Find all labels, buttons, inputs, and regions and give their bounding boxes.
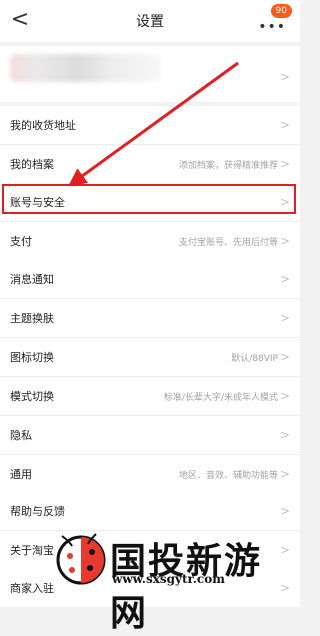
settings-section-address: 我的收货地址 > 我的档案 添加档案，获得精准推荐 > <box>0 106 300 183</box>
row-label: 隐私 <box>10 429 32 442</box>
chevron-right-icon: > <box>279 118 290 132</box>
row-hint: 默认/88VIP <box>231 353 278 364</box>
row-label: 商家入驻 <box>10 582 54 595</box>
row-label: 帮助与反馈 <box>10 505 65 518</box>
row-hint: 支付宝账号、先用后付等 <box>178 237 278 248</box>
top-bar: < 设置 ••• 90 <box>0 0 300 42</box>
row-label: 主题换肤 <box>10 312 54 325</box>
row-label: 图标切换 <box>10 351 54 364</box>
row-label: 消息通知 <box>10 273 54 286</box>
settings-row-general[interactable]: 通用 地区、音效、辅助功能等 > <box>0 455 300 493</box>
watermark-url: www.sxsgytr.com <box>112 572 225 586</box>
page-title: 设置 <box>136 14 164 30</box>
chevron-right-icon: > <box>279 350 290 364</box>
row-label: 通用 <box>10 468 32 481</box>
chevron-right-icon: > <box>279 272 290 286</box>
settings-row-profile-archive[interactable]: 我的档案 添加档案，获得精准推荐 > <box>0 145 300 183</box>
chevron-right-icon: > <box>279 428 290 442</box>
chevron-right-icon: > <box>279 70 290 84</box>
row-label: 关于淘宝 <box>10 544 54 557</box>
chevron-right-icon: > <box>279 157 290 171</box>
row-label: 支付 <box>10 235 32 248</box>
row-hint: 添加档案，获得精准推荐 <box>178 160 278 171</box>
row-label: 模式切换 <box>10 390 54 403</box>
row-label: 我的收货地址 <box>10 119 76 132</box>
settings-row-payment[interactable]: 支付 支付宝账号、先用后付等 > <box>0 222 300 260</box>
settings-row-icon-switch[interactable]: 图标切换 默认/88VIP > <box>0 338 300 377</box>
settings-row-notifications[interactable]: 消息通知 > <box>0 260 300 299</box>
settings-row-theme[interactable]: 主题换肤 > <box>0 299 300 338</box>
chevron-right-icon: > <box>279 467 290 481</box>
annotation-highlight-box <box>2 184 296 214</box>
blurred-username <box>10 54 160 82</box>
chevron-right-icon: > <box>279 234 290 248</box>
row-hint: 地区、音效、辅助功能等 <box>178 470 278 481</box>
chevron-right-icon: > <box>279 504 290 518</box>
profile-card[interactable]: > <box>0 46 300 102</box>
notification-badge: 90 <box>270 4 292 18</box>
back-icon[interactable]: < <box>8 8 32 32</box>
chevron-right-icon: > <box>279 311 290 325</box>
settings-row-privacy[interactable]: 隐私 > <box>0 416 300 455</box>
chevron-right-icon: > <box>279 389 290 403</box>
row-hint: 标准/长辈大字/未成年人模式 <box>163 392 278 403</box>
ladybug-logo-icon <box>56 533 106 585</box>
watermark-logo: 国投新游网 www.sxsgytr.com <box>50 528 295 634</box>
settings-section-preferences: 消息通知 > 主题换肤 > 图标切换 默认/88VIP > 模式切换 标准/长辈… <box>0 260 300 493</box>
row-label: 我的档案 <box>10 158 54 171</box>
more-options-icon[interactable]: ••• <box>258 19 286 35</box>
settings-row-mode-switch[interactable]: 模式切换 标准/长辈大字/未成年人模式 > <box>0 377 300 416</box>
settings-row-shipping-address[interactable]: 我的收货地址 > <box>0 106 300 145</box>
settings-row-help-feedback[interactable]: 帮助与反馈 > <box>0 492 300 531</box>
